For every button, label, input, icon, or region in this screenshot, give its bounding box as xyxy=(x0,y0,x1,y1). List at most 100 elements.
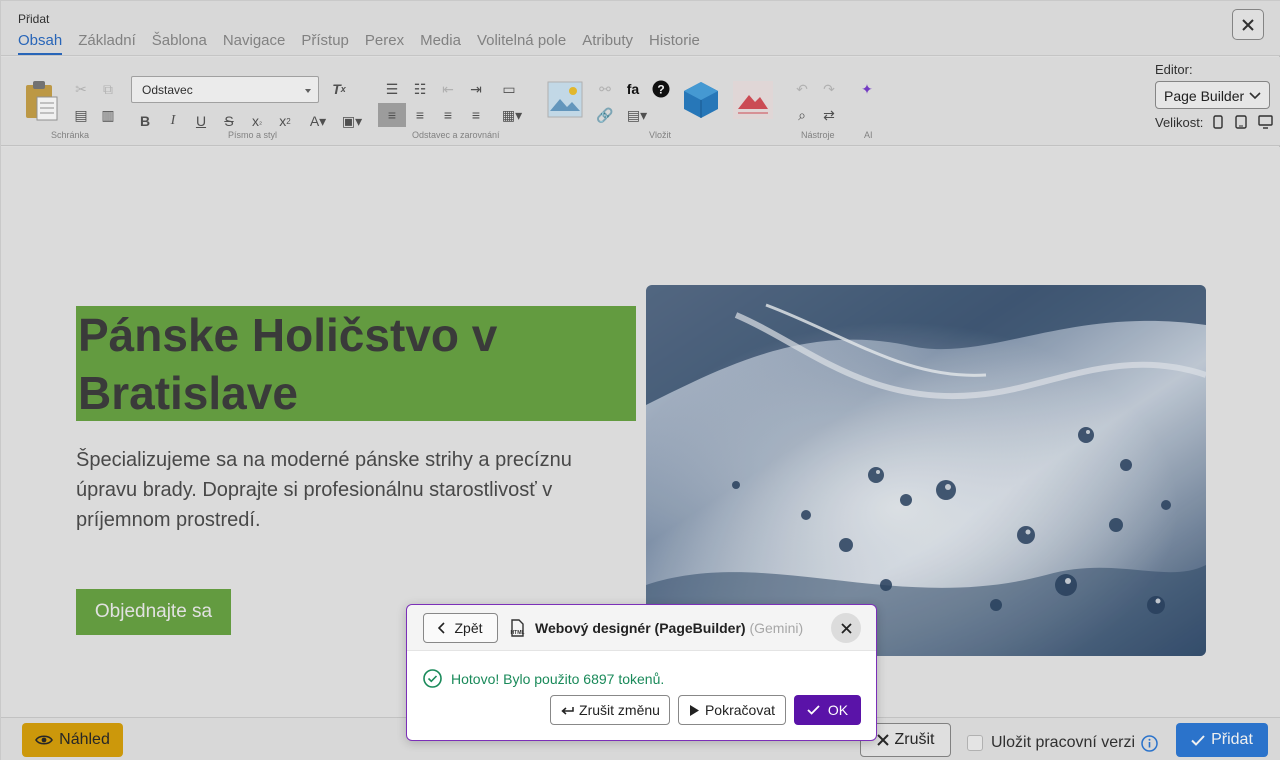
editor-select-value: Page Builder xyxy=(1164,88,1245,104)
table-icon[interactable]: ▦▾ xyxy=(499,105,525,125)
insert-image-icon[interactable] xyxy=(547,81,583,118)
subscript-icon[interactable]: x₂ xyxy=(247,111,267,131)
tab-bar: Obsah Základní Šablona Navigace Přístup … xyxy=(18,32,700,55)
blocks-icon[interactable]: ▭ xyxy=(499,79,519,99)
tab-pristup[interactable]: Přístup xyxy=(301,32,349,55)
back-button[interactable]: Zpět xyxy=(423,613,498,643)
tablet-size-icon[interactable] xyxy=(1234,115,1247,129)
water-splash-image[interactable] xyxy=(646,285,1206,656)
italic-icon[interactable]: I xyxy=(163,111,183,131)
undo-arrow-icon xyxy=(561,706,574,715)
outdent-icon[interactable]: ⇤ xyxy=(438,79,458,99)
find-icon[interactable]: ⌕ xyxy=(792,105,812,125)
superscript-icon[interactable]: x2 xyxy=(275,111,295,131)
paste-icon[interactable] xyxy=(23,80,59,122)
play-icon xyxy=(689,704,699,716)
group-label-tools: Nástroje xyxy=(801,130,835,140)
save-draft-checkbox[interactable] xyxy=(967,735,983,751)
text-color-icon[interactable]: A▾ xyxy=(305,111,331,131)
preview-button[interactable]: Náhled xyxy=(22,723,123,757)
editor-window: Přidat Obsah Základní Šablona Navigace P… xyxy=(0,0,1280,760)
underline-icon[interactable]: U xyxy=(191,111,211,131)
editor-label: Editor: xyxy=(1155,62,1193,77)
help-icon[interactable]: ? xyxy=(651,79,671,99)
editor-toolbar: ✂ ⧉ ▤ ▥ Schránka Odstavec Tx B I U S x₂ … xyxy=(1,57,1280,146)
hero-text[interactable]: Špecializujeme sa na moderné pánske stri… xyxy=(76,445,616,535)
background-color-icon[interactable]: ▣▾ xyxy=(339,111,365,131)
status-text: Hotovo! Bylo použito 6897 tokenů. xyxy=(451,670,665,687)
info-icon[interactable] xyxy=(1141,735,1158,752)
bullet-list-icon[interactable]: ☰ xyxy=(382,79,402,99)
tab-zakladni[interactable]: Základní xyxy=(78,32,136,55)
tab-media[interactable]: Media xyxy=(420,32,461,55)
svg-text:?: ? xyxy=(657,83,664,97)
close-icon xyxy=(840,622,852,634)
tab-atributy[interactable]: Atributy xyxy=(582,32,633,55)
align-left-icon[interactable]: ≡ xyxy=(378,103,406,127)
svg-text:HTML: HTML xyxy=(511,630,525,636)
tab-sablona[interactable]: Šablona xyxy=(152,32,207,55)
cut-icon[interactable]: ✂ xyxy=(71,79,91,99)
group-label-insert: Vložit xyxy=(649,130,672,140)
tab-historie[interactable]: Historie xyxy=(649,32,700,55)
paste-text-icon[interactable]: ▤ xyxy=(71,105,91,125)
status-message: Hotovo! Bylo použito 6897 tokenů. xyxy=(423,669,664,688)
continue-button[interactable]: Pokračovat xyxy=(678,695,786,725)
align-center-icon[interactable]: ≡ xyxy=(410,105,430,125)
close-icon xyxy=(1242,18,1254,31)
component-cube-icon[interactable] xyxy=(681,80,721,120)
check-icon xyxy=(1191,734,1205,746)
clear-format-icon[interactable]: Tx xyxy=(329,79,349,99)
special-insert-icon[interactable]: ▤▾ xyxy=(623,105,651,125)
preview-label: Náhled xyxy=(59,731,110,748)
size-row: Velikost: xyxy=(1155,115,1273,130)
check-icon xyxy=(807,705,820,715)
ai-result-dialog: Zpět HTML Webový designér (PageBuilder) … xyxy=(406,604,877,741)
justify-icon[interactable]: ≡ xyxy=(466,105,486,125)
chevron-down-icon xyxy=(1249,92,1261,100)
ai-sparkle-icon[interactable]: ✦ xyxy=(857,79,877,99)
undo-change-label: Zrušit změnu xyxy=(579,702,660,718)
editor-select[interactable]: Page Builder xyxy=(1155,81,1270,109)
undo-change-button[interactable]: Zrušit změnu xyxy=(550,695,670,725)
replace-icon[interactable]: ⇄ xyxy=(819,105,839,125)
group-label-font: Písmo a styl xyxy=(228,130,278,140)
copy-icon[interactable]: ⧉ xyxy=(98,79,118,99)
tab-obsah[interactable]: Obsah xyxy=(18,32,63,55)
indent-icon[interactable]: ⇥ xyxy=(466,79,486,99)
align-right-icon[interactable]: ≡ xyxy=(438,105,458,125)
check-circle-icon xyxy=(423,669,442,688)
mobile-size-icon[interactable] xyxy=(1213,115,1223,129)
tab-navigace[interactable]: Navigace xyxy=(223,32,286,55)
tab-perex[interactable]: Perex xyxy=(365,32,404,55)
continue-label: Pokračovat xyxy=(704,702,776,718)
format-select[interactable]: Odstavec xyxy=(131,76,319,103)
dialog-close-button[interactable] xyxy=(831,613,861,643)
save-draft-label: Uložit pracovní verzi xyxy=(991,734,1136,751)
chevron-left-icon xyxy=(438,622,446,634)
strikethrough-icon[interactable]: S xyxy=(219,111,239,131)
paste-word-icon[interactable]: ▥ xyxy=(98,105,118,125)
add-button[interactable]: Přidat xyxy=(1176,723,1268,757)
redo-icon[interactable]: ↷ xyxy=(819,79,839,99)
font-awesome-icon[interactable]: fa xyxy=(623,79,643,99)
bold-icon[interactable]: B xyxy=(135,111,155,131)
add-label: Přidat xyxy=(1211,731,1253,748)
hero-title[interactable]: Pánske Holičstvo v Bratislave xyxy=(76,306,636,421)
dialog-header: Zpět HTML Webový designér (PageBuilder) … xyxy=(407,605,876,651)
dialog-title: Webový designér (PageBuilder) (Gemini) xyxy=(535,620,803,636)
numbered-list-icon[interactable]: ☷ xyxy=(410,79,430,99)
unlink-icon[interactable]: ⚯ xyxy=(595,79,615,99)
ok-button[interactable]: OK xyxy=(794,695,861,725)
window-header: Přidat Obsah Základní Šablona Navigace P… xyxy=(1,1,1280,56)
link-icon[interactable]: 🔗 xyxy=(595,105,615,125)
ok-label: OK xyxy=(827,702,849,718)
cta-button[interactable]: Objednajte sa xyxy=(76,589,231,635)
desktop-size-icon[interactable] xyxy=(1258,115,1273,129)
group-label-clipboard: Schránka xyxy=(51,130,90,140)
undo-icon[interactable]: ↶ xyxy=(792,79,812,99)
gallery-icon[interactable] xyxy=(733,81,773,119)
window-close-button[interactable] xyxy=(1232,9,1264,40)
tab-volitelna-pole[interactable]: Volitelná pole xyxy=(477,32,566,55)
cancel-label: Zrušit xyxy=(894,731,935,748)
